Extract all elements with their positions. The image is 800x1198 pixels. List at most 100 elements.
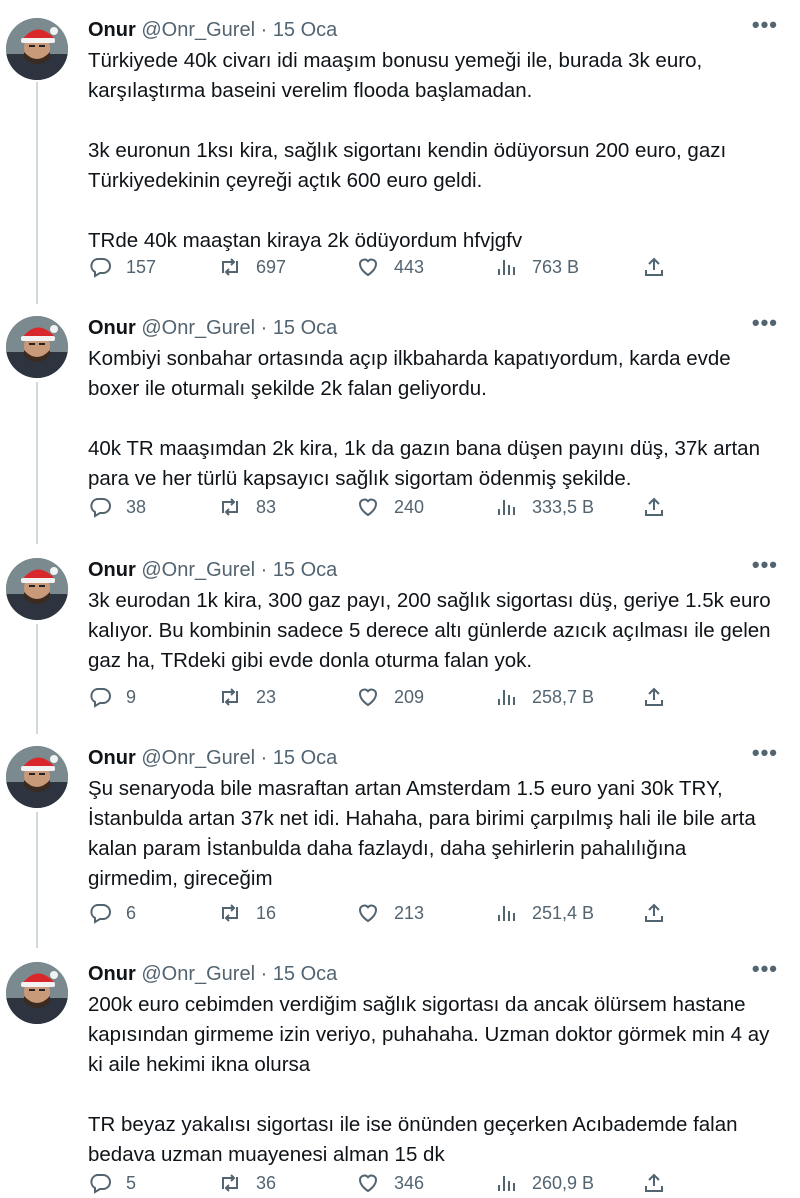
tweet-actions: 5 36 346 260,9 B [88, 1168, 688, 1198]
author-handle[interactable]: @Onr_Gurel [141, 747, 255, 769]
tweet-paragraph: 3k eurodan 1k kira, 300 gaz payı, 200 sa… [88, 589, 771, 672]
retweet-icon [222, 498, 238, 516]
avatar[interactable] [6, 558, 68, 620]
like-button[interactable]: 213 [356, 898, 424, 928]
tweet-paragraph: 200k euro cebimden verdiğim sağlık sigor… [88, 993, 770, 1076]
tweet-header: Onur @Onr_Gurel · 15 Oca [88, 556, 337, 584]
share-button[interactable] [642, 898, 666, 928]
like-button[interactable]: 240 [356, 492, 424, 522]
tweet-date[interactable]: 15 Oca [273, 963, 337, 985]
share-button[interactable] [642, 1168, 666, 1198]
tweet-actions: 6 16 213 251,4 B [88, 898, 688, 928]
retweet-button[interactable]: 83 [218, 492, 276, 522]
avatar[interactable] [6, 18, 68, 80]
avatar[interactable] [6, 316, 68, 378]
more-icon[interactable]: ••• [752, 740, 778, 766]
retweet-button[interactable]: 23 [218, 682, 276, 712]
tweet-actions: 157 697 443 763 B [88, 252, 688, 282]
reply-button[interactable]: 157 [88, 252, 156, 282]
tweet-header: Onur @Onr_Gurel · 15 Oca [88, 960, 337, 988]
heart-icon [358, 1174, 378, 1193]
separator: · [260, 747, 268, 769]
views-button[interactable]: 260,9 B [494, 1168, 594, 1198]
views-icon [498, 906, 515, 921]
tweet-paragraph: 40k TR maaşımdan 2k kira, 1k da gazın ba… [88, 437, 760, 490]
like-count: 213 [394, 903, 425, 923]
retweet-icon [222, 904, 238, 922]
retweet-count: 83 [256, 497, 277, 517]
views-button[interactable]: 251,4 B [494, 898, 594, 928]
tweet-text: Kombiyi sonbahar ortasında açıp ilkbahar… [88, 344, 780, 494]
retweet-count: 36 [256, 1173, 277, 1193]
view-count: 251,4 B [532, 903, 595, 923]
views-icon [498, 260, 515, 275]
separator: · [260, 19, 268, 41]
retweet-icon [222, 688, 238, 706]
reply-button[interactable]: 38 [88, 492, 146, 522]
like-button[interactable]: 209 [356, 682, 424, 712]
separator: · [260, 317, 268, 339]
tweet-date[interactable]: 15 Oca [273, 19, 337, 41]
reply-icon [90, 688, 111, 708]
author-handle[interactable]: @Onr_Gurel [141, 317, 255, 339]
retweet-button[interactable]: 697 [218, 252, 286, 282]
avatar[interactable] [6, 962, 68, 1024]
tweet-actions: 9 23 209 258,7 B [88, 682, 688, 712]
view-count: 258,7 B [532, 687, 595, 707]
like-count: 346 [394, 1173, 425, 1193]
like-count: 443 [394, 257, 425, 277]
views-button[interactable]: 333,5 B [494, 492, 594, 522]
author-name[interactable]: Onur [88, 19, 136, 41]
retweet-button[interactable]: 36 [218, 1168, 276, 1198]
author-name[interactable]: Onur [88, 559, 136, 581]
author-name[interactable]: Onur [88, 963, 136, 985]
tweet-paragraph: 3k euronun 1ksı kira, sağlık sigortanı k… [88, 139, 727, 192]
share-icon [645, 1173, 663, 1192]
tweet-date[interactable]: 15 Oca [273, 559, 337, 581]
author-name[interactable]: Onur [88, 747, 136, 769]
share-button[interactable] [642, 682, 666, 712]
views-button[interactable]: 763 B [494, 252, 579, 282]
reply-button[interactable]: 6 [88, 898, 136, 928]
views-button[interactable]: 258,7 B [494, 682, 594, 712]
more-icon[interactable]: ••• [752, 552, 778, 578]
heart-icon [358, 498, 378, 517]
like-count: 240 [394, 497, 425, 517]
heart-icon [358, 258, 378, 277]
retweet-button[interactable]: 16 [218, 898, 276, 928]
thread-line [36, 624, 38, 734]
author-handle[interactable]: @Onr_Gurel [141, 19, 255, 41]
reply-icon [90, 904, 111, 924]
reply-count: 9 [126, 687, 137, 707]
share-icon [645, 903, 663, 922]
tweet-text: 3k eurodan 1k kira, 300 gaz payı, 200 sa… [88, 586, 780, 676]
reply-count: 38 [126, 497, 147, 517]
reply-button[interactable]: 5 [88, 1168, 136, 1198]
retweet-count: 16 [256, 903, 277, 923]
retweet-count: 697 [256, 257, 287, 277]
separator: · [260, 963, 268, 985]
tweet-date[interactable]: 15 Oca [273, 317, 337, 339]
tweet-text: 200k euro cebimden verdiğim sağlık sigor… [88, 990, 780, 1170]
avatar[interactable] [6, 746, 68, 808]
author-handle[interactable]: @Onr_Gurel [141, 963, 255, 985]
tweet-paragraph: Kombiyi sonbahar ortasında açıp ilkbahar… [88, 347, 731, 400]
like-button[interactable]: 346 [356, 1168, 424, 1198]
like-button[interactable]: 443 [356, 252, 424, 282]
view-count: 333,5 B [532, 497, 595, 517]
share-button[interactable] [642, 252, 666, 282]
author-name[interactable]: Onur [88, 317, 136, 339]
share-icon [645, 687, 663, 706]
reply-button[interactable]: 9 [88, 682, 136, 712]
tweet-date[interactable]: 15 Oca [273, 747, 337, 769]
heart-icon [358, 904, 378, 923]
reply-icon [90, 498, 111, 518]
more-icon[interactable]: ••• [752, 12, 778, 38]
author-handle[interactable]: @Onr_Gurel [141, 559, 255, 581]
tweet-text: Şu senaryoda bile masraftan artan Amster… [88, 774, 780, 894]
thread-line [36, 82, 38, 304]
tweet-text: Türkiyede 40k civarı idi maaşım bonusu y… [88, 46, 780, 256]
more-icon[interactable]: ••• [752, 956, 778, 982]
share-button[interactable] [642, 492, 666, 522]
more-icon[interactable]: ••• [752, 310, 778, 336]
